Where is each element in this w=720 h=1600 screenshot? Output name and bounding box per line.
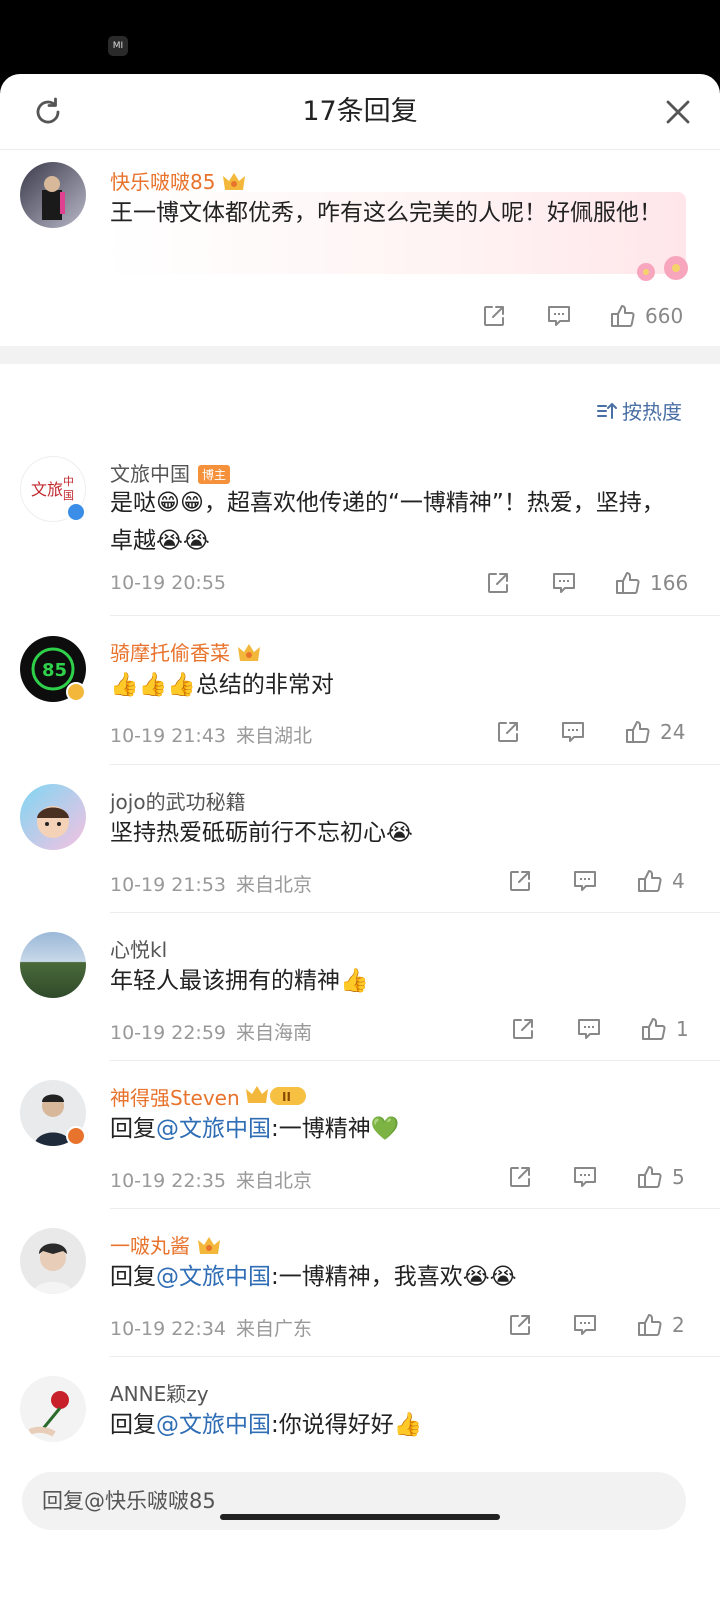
divider xyxy=(110,912,720,913)
avatar[interactable] xyxy=(20,1228,86,1294)
close-icon[interactable] xyxy=(660,94,696,130)
mention-link[interactable]: @文旅中国 xyxy=(156,1412,271,1438)
refresh-icon[interactable] xyxy=(30,94,66,130)
like-count: 24 xyxy=(660,720,686,744)
svg-text:国: 国 xyxy=(63,489,74,502)
verified-icon xyxy=(66,502,86,522)
username[interactable]: jojo的武功秘籍 xyxy=(110,786,246,815)
like-count: 5 xyxy=(672,1165,685,1189)
username[interactable]: 心悦kl xyxy=(110,934,167,963)
like-count: 166 xyxy=(650,571,689,595)
comment-text: 是哒😁😁，超喜欢他传递的“一博精神”！热爱，坚持，卓越😭😭 xyxy=(110,490,665,554)
like-count: 1 xyxy=(676,1017,689,1041)
like-count: 4 xyxy=(672,869,685,893)
avatar[interactable] xyxy=(20,1376,86,1442)
timestamp: 10-19 22:59 来自海南 xyxy=(110,1022,313,1044)
mention-link[interactable]: @文旅中国 xyxy=(156,1116,271,1142)
comment-text: 回复@文旅中国:一博精神💚 xyxy=(110,1116,400,1142)
comment-text: 👍👍👍总结的非常对 xyxy=(110,672,334,698)
sheet-header: 17条回复 xyxy=(0,74,720,150)
reply-input[interactable]: 回复@快乐啵啵85 xyxy=(22,1472,686,1530)
comment-button[interactable] xyxy=(559,719,587,745)
comment-button[interactable] xyxy=(550,570,578,596)
svg-text:85: 85 xyxy=(42,660,67,681)
username[interactable]: ANNE颖zy xyxy=(110,1378,209,1407)
like-button[interactable]: 4 xyxy=(636,867,685,895)
author-badge: 博主 xyxy=(198,465,231,484)
share-button[interactable] xyxy=(495,719,521,745)
sort-icon xyxy=(597,402,617,419)
timestamp: 10-19 22:35 来自北京 xyxy=(110,1170,313,1192)
comment-text: 回复@文旅中国:你说得好好👍 xyxy=(110,1412,423,1438)
svg-text:II: II xyxy=(282,1090,291,1104)
home-indicator[interactable] xyxy=(220,1514,500,1520)
page-title: 17条回复 xyxy=(302,96,418,127)
crown-icon xyxy=(236,641,262,668)
username[interactable]: 文旅中国 博主 xyxy=(110,458,231,487)
comment-button[interactable] xyxy=(571,1312,599,1338)
comment-button[interactable] xyxy=(545,303,573,329)
share-button[interactable] xyxy=(481,303,507,329)
username[interactable]: 一啵丸酱 xyxy=(110,1230,222,1261)
avatar[interactable] xyxy=(20,784,86,850)
location: 来自北京 xyxy=(236,1170,313,1192)
status-bar: MI xyxy=(0,0,720,74)
timestamp: 10-19 22:34 来自广东 xyxy=(110,1318,313,1340)
share-button[interactable] xyxy=(507,1164,533,1190)
avatar[interactable] xyxy=(20,162,86,228)
like-button[interactable]: 2 xyxy=(636,1311,685,1339)
comment-button[interactable] xyxy=(571,1164,599,1190)
comment-text: 坚持热爱砥砺前行不忘初心😭 xyxy=(110,820,413,846)
divider xyxy=(110,1060,720,1061)
section-separator xyxy=(0,346,720,364)
like-button[interactable]: 24 xyxy=(624,718,685,746)
verified-icon xyxy=(66,682,86,702)
replies-sheet: 17条回复 快乐啵啵85 王一博文体都优秀，咋有这么完美的人呢！好佩服他！ 66… xyxy=(0,74,720,1600)
like-button[interactable]: 1 xyxy=(640,1015,689,1043)
verified-icon xyxy=(66,1126,86,1146)
like-count: 2 xyxy=(672,1313,685,1337)
like-button[interactable]: 5 xyxy=(636,1163,685,1191)
timestamp: 10-19 20:55 xyxy=(110,572,227,594)
flower-sticker-icon xyxy=(632,250,694,294)
location: 来自湖北 xyxy=(236,725,313,747)
mention-link[interactable]: @文旅中国 xyxy=(156,1264,271,1290)
location: 来自北京 xyxy=(236,874,313,896)
reply-bar: 回复@快乐啵啵85 xyxy=(0,1456,720,1600)
comment-button[interactable] xyxy=(571,868,599,894)
timestamp: 10-19 21:43 来自湖北 xyxy=(110,725,313,747)
timestamp: 10-19 21:53 来自北京 xyxy=(110,874,313,896)
mi-app-icon: MI xyxy=(108,36,128,56)
share-button[interactable] xyxy=(507,868,533,894)
svg-text:文旅: 文旅 xyxy=(31,480,63,499)
comment-text: 年轻人最该拥有的精神👍 xyxy=(110,968,369,994)
crown-icon xyxy=(196,1234,222,1261)
like-button[interactable]: 166 xyxy=(614,569,688,597)
like-count: 660 xyxy=(645,304,684,328)
divider xyxy=(110,1208,720,1209)
sort-button[interactable]: 按热度 xyxy=(596,396,682,425)
svg-text:中: 中 xyxy=(63,475,74,488)
like-button[interactable]: 660 xyxy=(609,302,683,330)
sort-label: 按热度 xyxy=(622,400,682,424)
location: 来自海南 xyxy=(236,1022,313,1044)
location: 来自广东 xyxy=(236,1318,313,1340)
share-button[interactable] xyxy=(507,1312,533,1338)
divider xyxy=(110,1356,720,1357)
share-button[interactable] xyxy=(485,570,511,596)
username[interactable]: 骑摩托偷香菜 xyxy=(110,637,262,668)
divider xyxy=(110,615,720,616)
comment-text: 王一博文体都优秀，咋有这么完美的人呢！好佩服他！ xyxy=(110,200,662,226)
share-button[interactable] xyxy=(510,1016,536,1042)
comment-text: 回复@文旅中国:一博精神，我喜欢😭😭 xyxy=(110,1264,517,1290)
divider xyxy=(110,764,720,765)
avatar[interactable] xyxy=(20,932,86,998)
comment-button[interactable] xyxy=(575,1016,603,1042)
